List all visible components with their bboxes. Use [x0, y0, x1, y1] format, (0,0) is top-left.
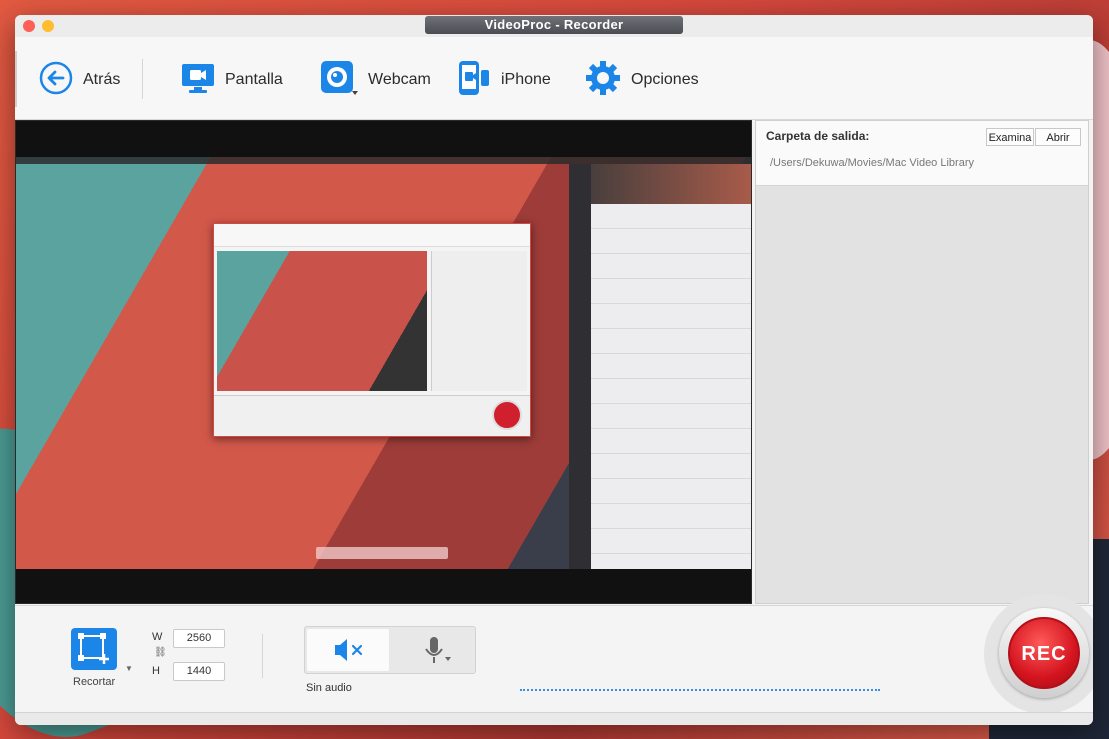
height-field[interactable]: 1440: [173, 662, 225, 681]
status-bar: [15, 712, 1093, 725]
bottom-controls: ▼ Recortar W 2560 ⛓ H 1440 Sin audio REC: [15, 594, 1093, 714]
monitor-video-icon: [181, 61, 215, 100]
iphone-button[interactable]: iPhone: [457, 60, 551, 101]
back-arrow-icon: [39, 61, 73, 100]
gear-icon: [585, 60, 621, 101]
webcam-button[interactable]: Webcam: [320, 60, 431, 101]
link-chain-icon[interactable]: ⛓: [154, 647, 167, 658]
audio-status-label: Sin audio: [306, 682, 352, 694]
nested-toolbar: [214, 224, 530, 247]
recorder-window: VideoProc - Recorder Atrás Pantalla Webc…: [15, 15, 1093, 725]
crop-button[interactable]: [71, 628, 117, 670]
screen-button[interactable]: Pantalla: [181, 61, 283, 99]
nested-side-panel: [431, 251, 527, 391]
crop-region-icon: [78, 633, 109, 664]
options-label: Opciones: [631, 71, 699, 88]
output-folder-section: Carpeta de salida: Examina Abrir /Users/…: [756, 121, 1088, 186]
window-title: VideoProc - Recorder: [425, 16, 683, 34]
screen-label: Pantalla: [225, 71, 283, 88]
close-window-button[interactable]: [23, 20, 35, 32]
screen-preview[interactable]: [15, 120, 752, 604]
minimize-window-button[interactable]: [42, 20, 54, 32]
nested-preview: [217, 251, 427, 391]
toolbar-edge: [15, 51, 17, 107]
system-audio-toggle[interactable]: [307, 629, 389, 671]
microphone-icon: [425, 637, 451, 663]
webcam-icon: [320, 60, 358, 101]
iphone-label: iPhone: [501, 71, 551, 88]
crop-dropdown-chevron-icon[interactable]: ▼: [125, 664, 133, 673]
webcam-label: Webcam: [368, 71, 431, 88]
captured-menubar: [16, 157, 751, 164]
browse-button[interactable]: Examina: [986, 128, 1034, 146]
bottom-divider: [262, 634, 263, 678]
width-field[interactable]: 2560: [173, 629, 225, 648]
rec-button[interactable]: REC: [1008, 617, 1080, 689]
nested-recorder-window: [213, 223, 531, 437]
captured-app-rail: [569, 164, 591, 569]
audio-controls: [304, 626, 476, 674]
captured-desktop: [16, 157, 751, 569]
output-folder-title: Carpeta de salida:: [766, 129, 870, 143]
output-panel: Carpeta de salida: Examina Abrir /Users/…: [755, 120, 1089, 604]
back-button[interactable]: Atrás: [39, 61, 120, 99]
captured-dock: [316, 547, 448, 559]
nested-bottom-bar: [214, 395, 530, 436]
back-label: Atrás: [83, 71, 121, 88]
captured-side-app: [569, 164, 751, 569]
audio-level-meter: [520, 689, 880, 691]
options-button[interactable]: Opciones: [585, 60, 699, 101]
captured-app-header: [569, 164, 751, 204]
width-label: W: [152, 631, 163, 643]
title-bar[interactable]: VideoProc - Recorder: [15, 15, 1093, 37]
speaker-muted-icon: [335, 639, 363, 661]
toolbar-divider: [142, 59, 143, 99]
open-folder-button[interactable]: Abrir: [1035, 128, 1081, 146]
crop-label: Recortar: [73, 676, 116, 688]
output-path: /Users/Dekuwa/Movies/Mac Video Library: [770, 157, 974, 169]
nested-rec-button: [492, 400, 522, 430]
height-label: H: [152, 665, 160, 677]
microphone-toggle[interactable]: [397, 629, 471, 671]
toolbar: Atrás Pantalla Webcam iPhone Opciones: [15, 37, 1093, 120]
iphone-record-icon: [457, 60, 491, 101]
captured-app-list: [591, 204, 751, 569]
